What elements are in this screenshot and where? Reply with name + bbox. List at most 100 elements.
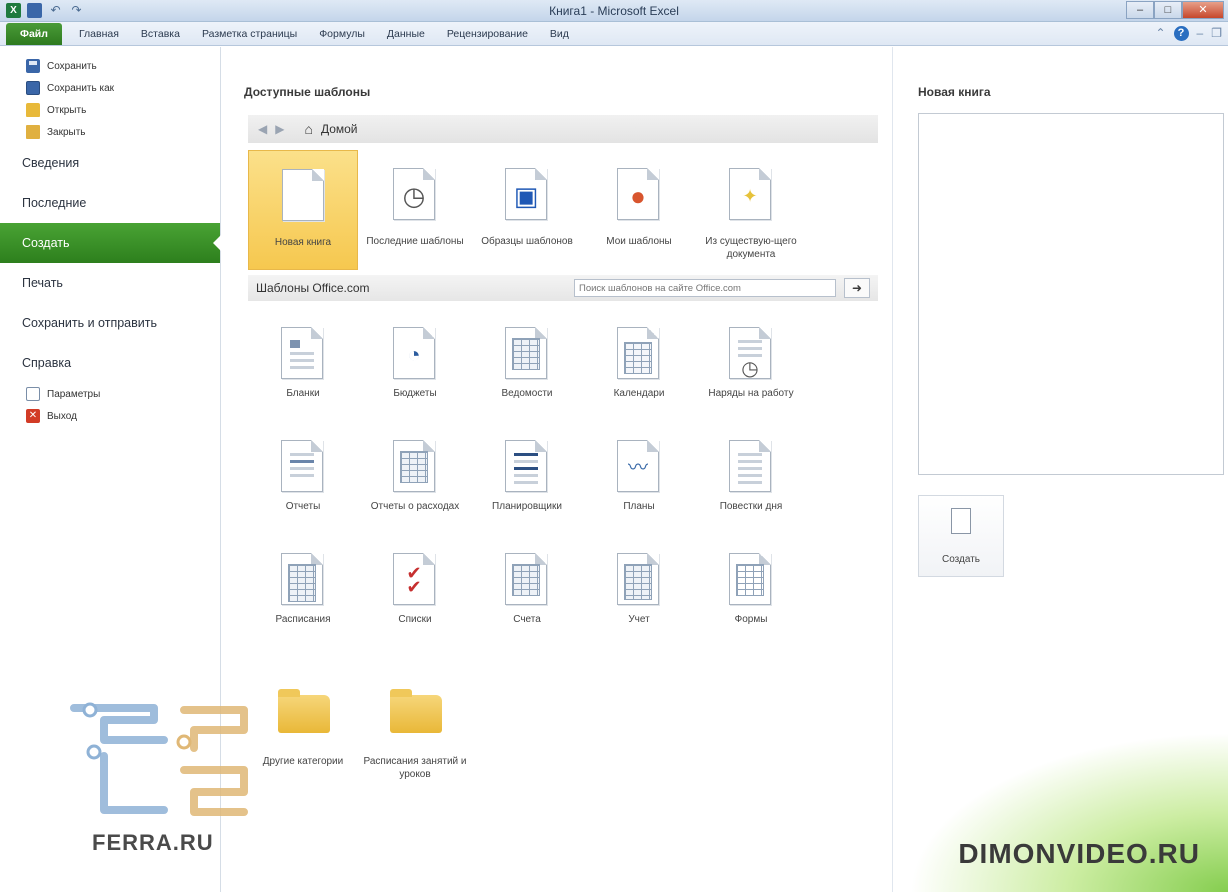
office-templates-title: Шаблоны Office.com xyxy=(256,281,370,295)
tab-formulas[interactable]: Формулы xyxy=(308,23,376,45)
category-agendas[interactable]: Повестки дня xyxy=(696,422,806,532)
expense-reports-icon xyxy=(393,440,435,492)
tile-label: Образцы шаблонов xyxy=(481,236,573,247)
minimize-button[interactable]: – xyxy=(1126,1,1154,19)
schedules-icon xyxy=(281,553,323,605)
ribbon-right-controls: ⌃ ? – ❐ xyxy=(1155,26,1222,41)
tile-label: Новая книга xyxy=(274,237,332,248)
tab-review[interactable]: Рецензирование xyxy=(436,23,539,45)
category-accounting[interactable]: Учет xyxy=(584,535,694,645)
tile-new-workbook[interactable]: Новая книга xyxy=(248,150,358,270)
minimize-ribbon-icon[interactable]: ⌃ xyxy=(1155,26,1165,41)
nav-close-label: Закрыть xyxy=(47,126,86,138)
category-label: Наряды на работу xyxy=(708,388,794,399)
nav-save-as[interactable]: Сохранить как xyxy=(0,77,220,99)
clock-document-icon: ◷ xyxy=(393,168,435,220)
tile-my-templates[interactable]: ● Мои шаблоны xyxy=(584,150,694,270)
help-icon[interactable]: ? xyxy=(1173,26,1189,41)
maximize-button[interactable]: □ xyxy=(1154,1,1182,19)
forward-arrow-icon[interactable]: ▶ xyxy=(275,122,284,136)
nav-close[interactable]: Закрыть xyxy=(0,121,220,143)
ribbon: Файл Главная Вставка Разметка страницы Ф… xyxy=(0,22,1228,46)
category-label: Расписания xyxy=(275,614,331,625)
my-templates-icon: ● xyxy=(617,168,659,220)
tile-from-existing[interactable]: ✦ Из существую-щего документа xyxy=(696,150,806,270)
nav-exit[interactable]: ✕ Выход xyxy=(0,405,220,427)
category-label: Повестки дня xyxy=(719,501,783,512)
tile-label: Мои шаблоны xyxy=(606,236,672,247)
nav-options[interactable]: Параметры xyxy=(0,383,220,405)
office-templates-bar: Шаблоны Office.com ➜ xyxy=(248,275,878,301)
category-expense-reports[interactable]: Отчеты о расходах xyxy=(360,422,470,532)
category-schedules[interactable]: Расписания xyxy=(248,535,358,645)
nav-recent[interactable]: Последние xyxy=(0,183,220,223)
nav-print[interactable]: Печать xyxy=(0,263,220,303)
category-plans[interactable]: 〰 Планы xyxy=(584,422,694,532)
window-minimize-icon[interactable]: – xyxy=(1197,26,1204,41)
search-go-button[interactable]: ➜ xyxy=(844,278,870,298)
tab-page-layout[interactable]: Разметка страницы xyxy=(191,23,308,45)
plans-icon: 〰 xyxy=(617,440,659,492)
watermark-ferra: FERRA.RU xyxy=(92,830,214,855)
nav-info[interactable]: Сведения xyxy=(0,143,220,183)
tab-home[interactable]: Главная xyxy=(68,23,130,45)
tile-recent-templates[interactable]: ◷ Последние шаблоны xyxy=(360,150,470,270)
category-work-orders[interactable]: ◷ Наряды на работу xyxy=(696,309,806,419)
category-statements[interactable]: Ведомости xyxy=(472,309,582,419)
folder-icon xyxy=(390,689,442,733)
nav-help[interactable]: Справка xyxy=(0,343,220,383)
accounting-icon xyxy=(617,553,659,605)
category-label: Отчеты о расходах xyxy=(370,501,460,512)
category-calendars[interactable]: Календари xyxy=(584,309,694,419)
folder-label: Расписания занятий и уроков xyxy=(363,756,467,780)
blank-document-icon xyxy=(282,169,324,221)
exit-icon: ✕ xyxy=(26,409,40,423)
category-label: Формы xyxy=(734,614,768,625)
save-icon xyxy=(26,59,40,73)
category-planners[interactable]: Планировщики xyxy=(472,422,582,532)
category-label: Отчеты xyxy=(285,501,321,512)
back-arrow-icon[interactable]: ◀ xyxy=(258,122,267,136)
window-title: Книга1 - Microsoft Excel xyxy=(549,4,679,18)
from-existing-icon: ✦ xyxy=(729,168,771,220)
open-folder-icon xyxy=(26,103,40,117)
tab-data[interactable]: Данные xyxy=(376,23,436,45)
template-search-input[interactable] xyxy=(574,279,836,297)
close-window-button[interactable]: ✕ xyxy=(1182,1,1224,19)
category-label: Планировщики xyxy=(492,501,562,512)
category-lists[interactable]: ✔ ✔ Списки xyxy=(360,535,470,645)
tile-sample-templates[interactable]: ▣ Образцы шаблонов xyxy=(472,150,582,270)
nav-new[interactable]: Создать xyxy=(0,223,221,263)
nav-options-label: Параметры xyxy=(47,388,101,400)
category-reports[interactable]: Отчеты xyxy=(248,422,358,532)
tile-label: Последние шаблоны xyxy=(366,236,464,247)
options-icon xyxy=(26,387,40,401)
tab-view[interactable]: Вид xyxy=(539,23,580,45)
category-forms[interactable]: Формы xyxy=(696,535,806,645)
category-invoices[interactable]: Счета xyxy=(472,535,582,645)
category-label: Учет xyxy=(628,614,650,625)
category-label: Бланки xyxy=(286,388,320,399)
category-label: Бюджеты xyxy=(393,388,437,399)
home-icon[interactable]: ⌂ xyxy=(304,121,312,137)
tile-label: Из существую-щего документа xyxy=(705,236,797,260)
tab-insert[interactable]: Вставка xyxy=(130,23,191,45)
nav-save[interactable]: Сохранить xyxy=(0,55,220,77)
tab-file[interactable]: Файл xyxy=(6,23,62,45)
category-budgets[interactable]: ◔ Бюджеты xyxy=(360,309,470,419)
save-as-icon xyxy=(26,81,40,95)
nav-open-label: Открыть xyxy=(47,104,87,116)
watermark-dimonvideo: DIMONVIDEO.RU xyxy=(958,838,1200,869)
breadcrumb-home[interactable]: Домой xyxy=(321,122,358,136)
planners-icon xyxy=(505,440,547,492)
category-label: Списки xyxy=(398,614,432,625)
nav-save-send[interactable]: Сохранить и отправить xyxy=(0,303,220,343)
window-restore-icon[interactable]: ❐ xyxy=(1211,26,1222,41)
forms-icon xyxy=(729,553,771,605)
create-button-label: Создать xyxy=(941,554,980,565)
folder-class-schedules[interactable]: Расписания занятий и уроков xyxy=(360,677,470,817)
create-button[interactable]: Создать xyxy=(918,495,1004,577)
folder-other-categories[interactable]: Другие категории xyxy=(248,677,358,817)
category-blanks[interactable]: Бланки xyxy=(248,309,358,419)
nav-open[interactable]: Открыть xyxy=(0,99,220,121)
